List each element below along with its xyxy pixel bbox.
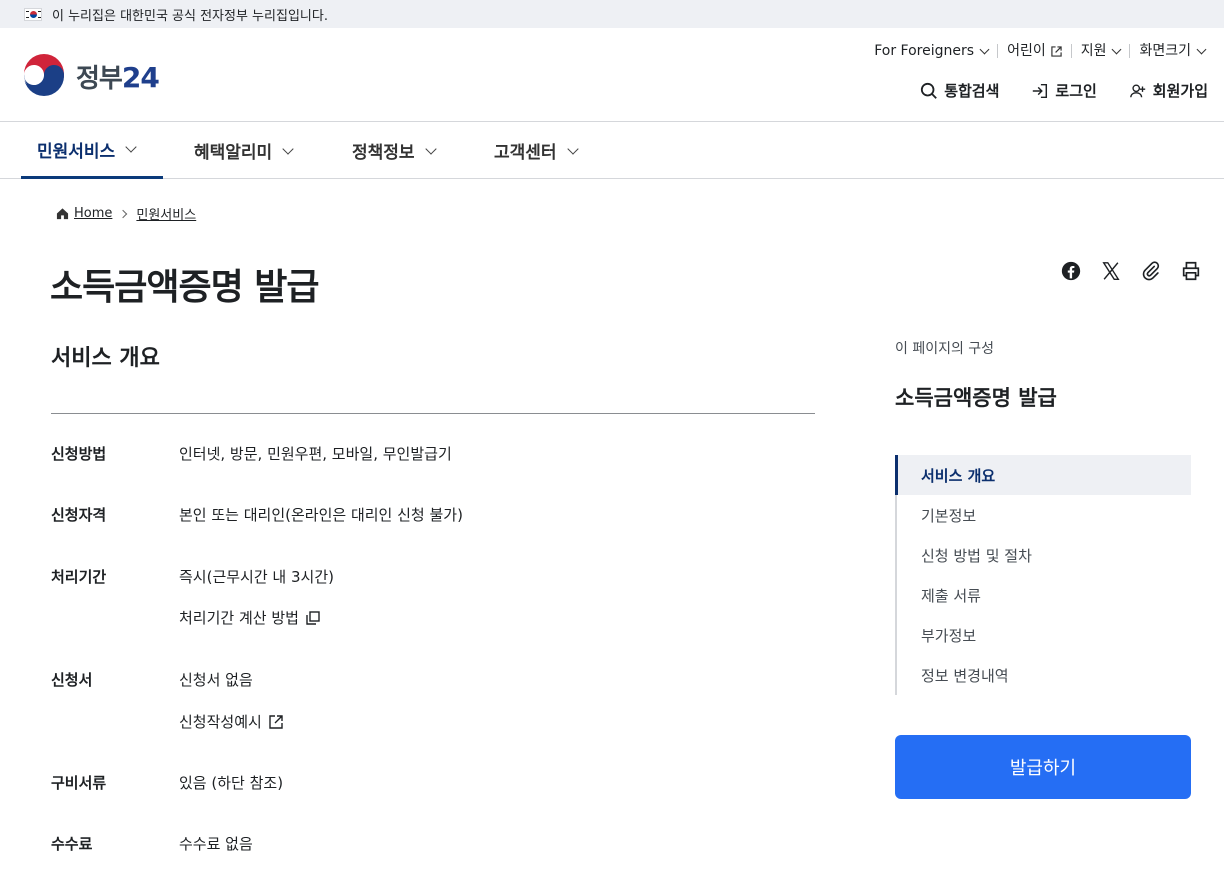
chevron-down-icon bbox=[566, 142, 579, 155]
taegeuk-logo-icon bbox=[21, 53, 67, 99]
screen-size-menu[interactable]: 화면크기 bbox=[1129, 44, 1214, 58]
kids-link[interactable]: 어린이 bbox=[997, 44, 1071, 58]
info-row-required-documents: 구비서류 있음 (하단 참조) bbox=[51, 774, 284, 792]
x-twitter-icon[interactable] bbox=[1100, 260, 1122, 282]
home-icon bbox=[56, 208, 69, 220]
print-icon[interactable] bbox=[1180, 260, 1202, 282]
info-row-method: 신청방법 인터넷, 방문, 민원우편, 모바일, 무인발급기 bbox=[51, 445, 452, 463]
nav-benefits[interactable]: 혜택알리미 bbox=[194, 122, 294, 179]
logo-text: 정부 24 bbox=[76, 60, 160, 94]
site-header: 정부 24 For Foreigners 어린이 지원 화면크기 통합검색 로그인… bbox=[0, 28, 1224, 122]
info-row-application-form: 신청서 신청서 없음 bbox=[51, 671, 253, 689]
breadcrumb-home-link[interactable]: Home bbox=[74, 206, 112, 221]
for-foreigners-menu[interactable]: For Foreigners bbox=[865, 44, 997, 58]
chevron-down-icon bbox=[424, 142, 437, 155]
toc-item-documents[interactable]: 제출 서류 bbox=[897, 575, 1191, 615]
login-button[interactable]: 로그인 bbox=[1031, 80, 1097, 101]
toc-item-overview[interactable]: 서비스 개요 bbox=[895, 455, 1191, 495]
add-user-icon bbox=[1129, 83, 1145, 97]
integrated-search-button[interactable]: 통합검색 bbox=[920, 80, 999, 101]
korea-flag-icon bbox=[24, 7, 42, 21]
chevron-right-icon bbox=[119, 209, 128, 218]
signup-button[interactable]: 회원가입 bbox=[1129, 80, 1208, 101]
share-tools bbox=[1042, 260, 1202, 282]
info-row-processing-time: 처리기간 즉시(근무시간 내 3시간) bbox=[51, 568, 334, 586]
nav-customer-center[interactable]: 고객센터 bbox=[494, 122, 579, 179]
search-icon bbox=[921, 82, 938, 99]
section-divider bbox=[51, 413, 815, 414]
chevron-down-icon bbox=[1112, 44, 1122, 54]
toc-caption: 이 페이지의 구성 bbox=[895, 341, 995, 357]
page-title: 소득금액증명 발급 bbox=[50, 267, 319, 308]
chevron-down-icon bbox=[125, 141, 137, 153]
paperclip-icon[interactable] bbox=[1140, 260, 1162, 282]
breadcrumb: Home 민원서비스 bbox=[56, 204, 196, 223]
banner-text: 이 누리집은 대한민국 공식 전자정부 누리집입니다. bbox=[52, 8, 328, 24]
header-actions: 통합검색 로그인 회원가입 bbox=[888, 80, 1208, 101]
toc-item-procedure[interactable]: 신청 방법 및 절차 bbox=[897, 535, 1191, 575]
login-icon bbox=[1033, 83, 1048, 98]
utility-menu: For Foreigners 어린이 지원 화면크기 bbox=[865, 44, 1214, 58]
info-row-fee: 수수료 수수료 없음 bbox=[51, 835, 253, 853]
toc-list: 서비스 개요 기본정보 신청 방법 및 절차 제출 서류 부가정보 정보 변경내… bbox=[895, 455, 1191, 695]
facebook-icon[interactable] bbox=[1060, 260, 1082, 282]
application-example-link[interactable]: 신청작성예시 bbox=[179, 711, 284, 732]
copy-popup-icon bbox=[306, 610, 320, 625]
issue-button[interactable]: 발급하기 bbox=[895, 735, 1191, 799]
support-menu[interactable]: 지원 bbox=[1070, 44, 1130, 58]
main-nav: 민원서비스 혜택알리미 정책정보 고객센터 bbox=[0, 122, 1224, 179]
gov24-logo[interactable]: 정부 24 bbox=[20, 52, 160, 100]
chevron-down-icon bbox=[282, 142, 294, 155]
chevron-down-icon bbox=[979, 44, 990, 54]
official-site-banner: 이 누리집은 대한민국 공식 전자정부 누리집입니다. bbox=[0, 0, 1224, 28]
section-title-overview: 서비스 개요 bbox=[51, 346, 160, 371]
toc-title: 소득금액증명 발급 bbox=[895, 386, 1057, 410]
nav-civil-services[interactable]: 민원서비스 bbox=[21, 122, 163, 179]
breadcrumb-current-link[interactable]: 민원서비스 bbox=[136, 204, 196, 223]
info-row-eligibility: 신청자격 본인 또는 대리인(온라인은 대리인 신청 불가) bbox=[51, 506, 463, 524]
processing-time-calc-link[interactable]: 처리기간 계산 방법 bbox=[179, 607, 321, 628]
external-link-icon bbox=[1051, 45, 1062, 57]
toc-item-basic-info[interactable]: 기본정보 bbox=[897, 495, 1191, 535]
toc-item-change-history[interactable]: 정보 변경내역 bbox=[897, 655, 1191, 695]
external-link-icon bbox=[269, 714, 283, 729]
chevron-down-icon bbox=[1196, 44, 1207, 54]
toc-item-additional-info[interactable]: 부가정보 bbox=[897, 615, 1191, 655]
nav-policy-info[interactable]: 정책정보 bbox=[352, 122, 437, 179]
